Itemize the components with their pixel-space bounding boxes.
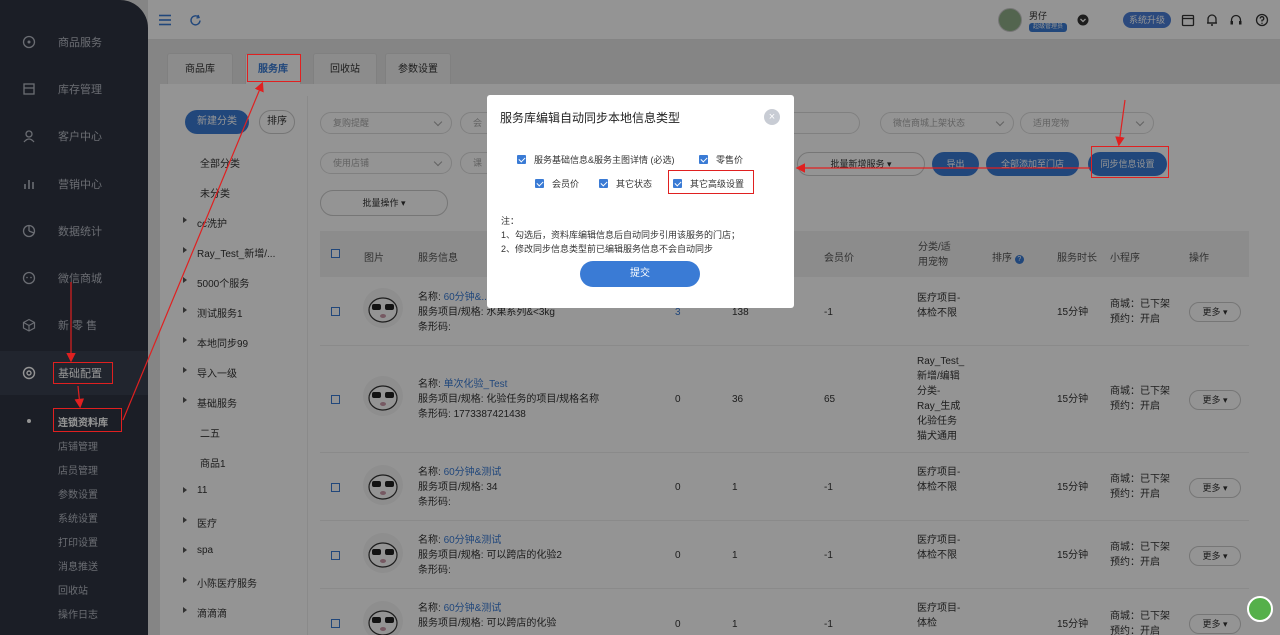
note-line-1: 1、勾选后，资料库编辑信息后自动同步引用该服务的门店； — [501, 230, 741, 240]
checkbox-checked-icon — [699, 155, 708, 164]
submit-button[interactable]: 提交 — [580, 261, 700, 287]
modal-title: 服务库编辑自动同步本地信息类型 — [500, 111, 681, 125]
checkbox-checked-icon — [535, 179, 544, 188]
checkbox-checked-icon — [517, 155, 526, 164]
annotation-box-basic-config — [53, 362, 113, 384]
option-label: 会员价 — [552, 179, 580, 189]
checkbox-checked-icon — [599, 179, 608, 188]
help-float-button[interactable] — [1247, 596, 1273, 622]
sync-settings-modal: 服务库编辑自动同步本地信息类型 × 服务基础信息&服务主图详情 (必选) 零售价… — [487, 95, 794, 308]
annotation-box-tab — [247, 54, 301, 82]
option-member-price-checkbox[interactable]: 会员价 — [535, 177, 579, 190]
close-icon[interactable]: × — [764, 109, 780, 125]
option-label: 服务基础信息&服务主图详情 (必选) — [534, 155, 675, 165]
option-other-status-checkbox[interactable]: 其它状态 — [599, 177, 652, 190]
annotation-box-advanced-option — [668, 170, 754, 194]
option-basic-info-checkbox[interactable]: 服务基础信息&服务主图详情 (必选) — [517, 153, 675, 166]
option-label: 零售价 — [716, 155, 744, 165]
annotation-box-sync-button — [1091, 146, 1169, 178]
option-label: 其它状态 — [616, 179, 653, 189]
note-title: 注： — [501, 216, 520, 226]
note-line-2: 2、修改同步信息类型前已编辑服务信息不会自动同步 — [501, 244, 714, 254]
option-retail-price-checkbox[interactable]: 零售价 — [699, 153, 743, 166]
annotation-box-chain-library — [53, 408, 122, 432]
